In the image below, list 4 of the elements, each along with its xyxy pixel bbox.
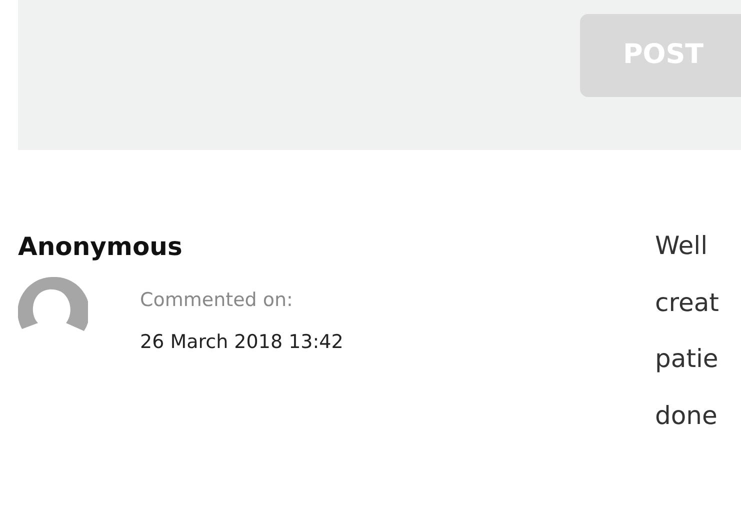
author-name: Anonymous [18,234,184,259]
comment-date: 26 March 2018 13:42 [140,333,344,352]
comment-text: Well creat patie done [655,230,719,432]
comment-date-label: Commented on: [140,291,294,310]
